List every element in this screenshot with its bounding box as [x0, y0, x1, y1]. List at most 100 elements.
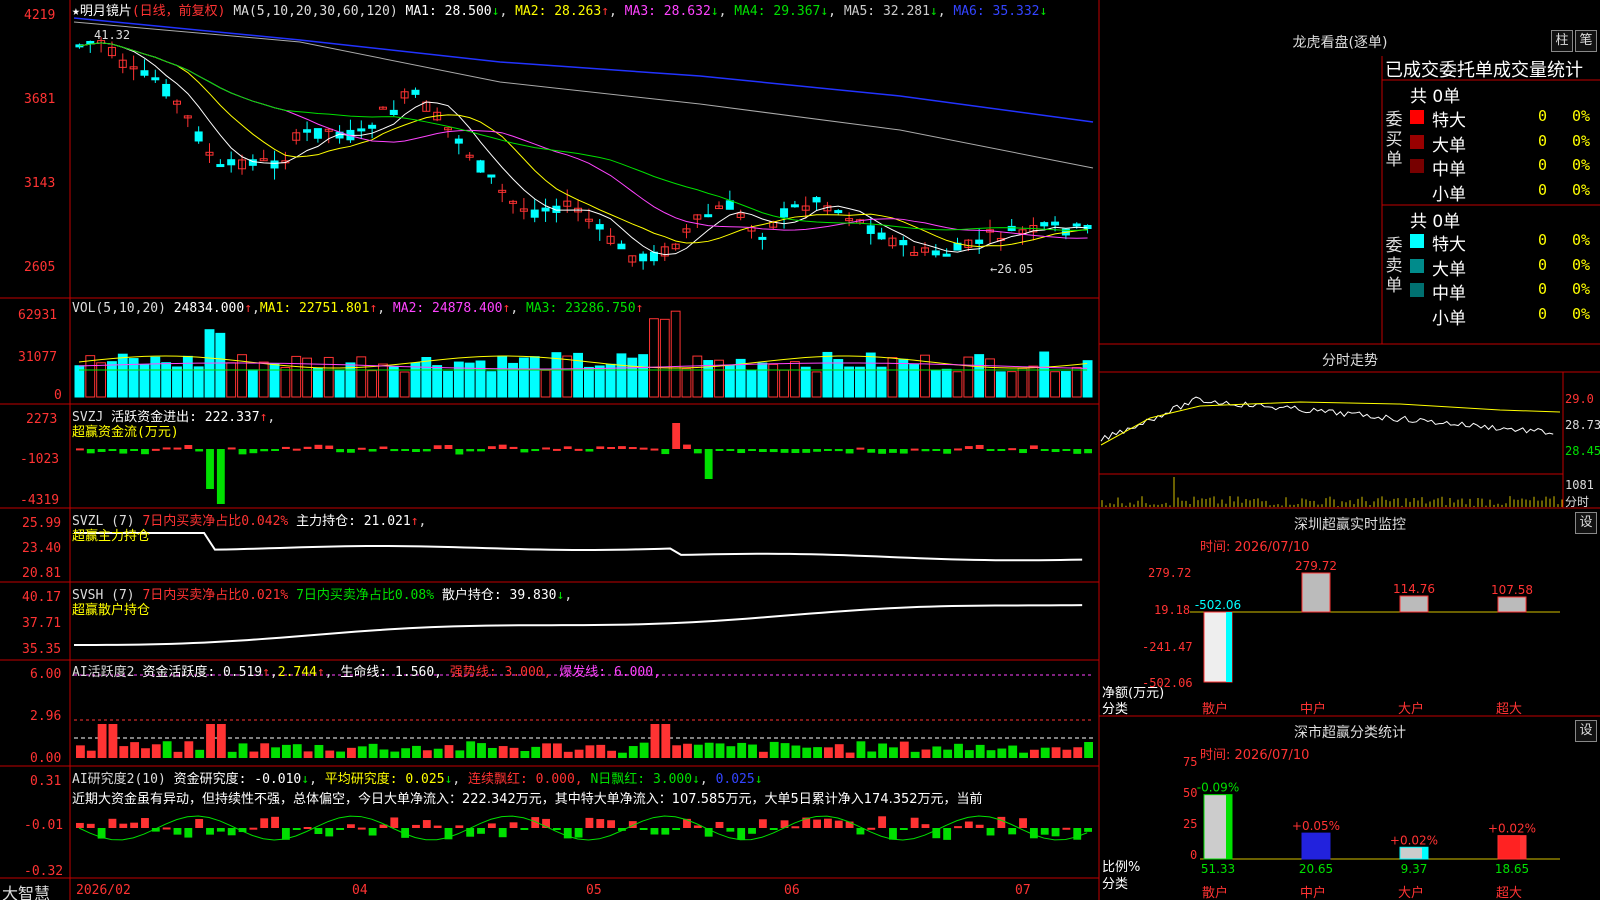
flow-bar	[151, 448, 160, 451]
research-bar	[574, 828, 583, 838]
activity-bar	[704, 742, 714, 758]
volume-bar	[1017, 367, 1028, 398]
tick-view-button[interactable]: 笔	[1575, 30, 1597, 52]
volume-bar	[486, 371, 497, 398]
research-bar	[975, 824, 984, 828]
candle-body	[194, 131, 203, 142]
flow-bar	[823, 449, 832, 451]
activity-bar	[162, 741, 172, 758]
flow-bar	[964, 446, 973, 449]
activity-bar	[769, 741, 779, 758]
svzl-value: 主力持仓: 21.021	[296, 514, 411, 529]
ai1-header: AI活跃度2 资金活跃度: 0.519↑,2.744↑, 生命线: 1.560,…	[72, 665, 661, 680]
volume-bar	[865, 352, 876, 398]
activity-bar	[1008, 745, 1018, 758]
volume-bar	[898, 358, 909, 398]
flow-bar	[683, 444, 691, 449]
ai2-commentary: 近期大资金虽有异动，但持续性不强，总体偏空，今日大单净流入：222.342万元，…	[72, 792, 983, 807]
activity-bar	[845, 752, 855, 758]
research-bar	[390, 817, 399, 828]
flow-bar	[401, 449, 410, 451]
stock-name[interactable]: ★明月镜片	[72, 4, 132, 19]
flow-bar	[867, 449, 876, 453]
flow-bar	[650, 448, 659, 451]
ma1-value: MA1: 28.500	[405, 4, 492, 19]
activity-bar	[954, 743, 963, 758]
svzj-bars	[76, 423, 1092, 504]
candle-body	[931, 250, 940, 256]
research-bar	[639, 828, 648, 830]
activity-bar	[1040, 747, 1050, 758]
activity-bar	[347, 747, 356, 758]
activity-bar	[86, 750, 96, 758]
research-bar	[878, 816, 887, 828]
cls-bar-accent	[1226, 794, 1232, 859]
research-bar	[314, 828, 323, 835]
flow-bar	[1040, 449, 1049, 451]
column-view-button[interactable]: 柱	[1551, 30, 1573, 52]
activity-bar	[618, 752, 627, 758]
flow-bar	[108, 449, 117, 451]
activity-bar	[336, 751, 346, 758]
cls-axis-label: 75	[1183, 755, 1198, 769]
cls-top-label: +0.05%	[1292, 819, 1340, 833]
sz-class-settings-button[interactable]: 设	[1575, 720, 1597, 742]
research-bar	[86, 823, 95, 828]
research-bar	[477, 828, 485, 834]
candle-body	[530, 209, 539, 218]
activity-bar	[1019, 752, 1028, 758]
flow-bar	[921, 449, 930, 452]
order-count: 0	[1538, 231, 1548, 249]
candle-body	[1040, 222, 1049, 227]
stock-chart-area[interactable]: -502.06 279.72 114.76 107.58 -0.09% 51.33 +0.…	[0, 0, 1600, 900]
activity-bar	[173, 751, 183, 758]
flow-bar	[336, 449, 345, 453]
candle-body	[541, 207, 550, 212]
ma2-value: MA2: 28.263	[515, 4, 602, 19]
flow-bar	[1051, 449, 1060, 453]
order-count: 0	[1538, 107, 1548, 125]
sz-monitor-settings-button[interactable]: 设	[1575, 512, 1597, 534]
sz-monitor-title: 深圳超赢实时监控	[1294, 517, 1406, 533]
candle-body	[411, 89, 420, 95]
research-bar	[260, 818, 269, 828]
flow-bar	[119, 449, 128, 454]
order-count: 0	[1538, 280, 1548, 298]
sz-value-label: -502.06	[1195, 598, 1241, 612]
order-pct: 0%	[1572, 180, 1591, 199]
svzl-ratio: 7日内买卖净占比0.042%	[142, 514, 289, 529]
category-label: 大户	[1398, 886, 1425, 900]
category-label: 大户	[1398, 702, 1425, 717]
candle-body	[1007, 225, 1016, 231]
research-bar	[834, 820, 843, 828]
research-bar	[412, 824, 420, 828]
activity-bar	[206, 724, 215, 758]
volume-bar	[96, 362, 107, 398]
volume-bar	[985, 358, 995, 398]
order-pct: 0%	[1572, 131, 1591, 150]
cls-axis-label: 25	[1183, 817, 1198, 831]
sz-class-chart: -0.09% 51.33 +0.05% 20.65 +0.02% 9.37 +0.02% 18…	[1197, 781, 1560, 876]
intraday-title: 分时走势	[1322, 353, 1378, 369]
activity-bar	[1073, 747, 1083, 758]
research-bar	[813, 819, 821, 828]
flow-bar	[249, 449, 258, 454]
activity-bar	[281, 744, 291, 758]
vol-ma3: MA3: 23286.750	[525, 301, 636, 316]
volume-bar	[312, 367, 323, 398]
buy-side-label: 委买单	[1385, 110, 1403, 170]
category-label: 中户	[1300, 702, 1327, 717]
axis-label: -0.32	[24, 864, 64, 879]
svsh-subtitle: 超赢散户持仓	[72, 603, 151, 618]
category-label: 中户	[1300, 886, 1327, 900]
activity-bar	[748, 744, 757, 758]
volume-bar	[334, 369, 345, 398]
research-bar	[672, 828, 681, 830]
research-bar	[162, 827, 171, 830]
cls-value-label: 51.33	[1201, 862, 1235, 876]
volume-bar	[367, 370, 378, 398]
category-label: 散户	[1202, 702, 1229, 717]
activity-bar	[195, 749, 205, 758]
research-bar	[292, 828, 301, 830]
ai-research-bars	[76, 815, 1092, 841]
